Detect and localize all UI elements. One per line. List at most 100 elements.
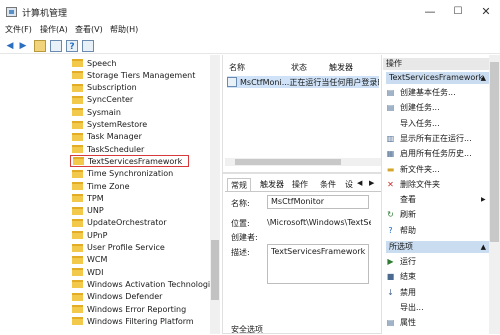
tree-item-label: UpdateOrchestrator <box>87 218 167 228</box>
tree-item[interactable]: Speech <box>72 57 116 69</box>
tab-scroll-right-icon[interactable]: ▶ <box>369 179 374 187</box>
tree-item-label: Storage Tiers Management <box>87 70 196 80</box>
action-item[interactable]: ? 帮助 <box>386 224 416 237</box>
tree-item[interactable]: Windows Activation Technologies <box>72 278 219 290</box>
tree-item[interactable]: TextServicesFramework <box>70 155 190 168</box>
tree-item[interactable]: Sysmain <box>72 106 121 118</box>
tree-item[interactable]: Storage Tiers Management <box>72 69 195 81</box>
menu-view[interactable]: 查看(V) <box>75 24 103 36</box>
author-label: 创建者: <box>231 233 258 242</box>
tree-item-label: Task Manager <box>87 132 142 142</box>
properties-icon: ▤ <box>386 318 395 328</box>
tree-item[interactable]: UpdateOrchestrator <box>72 217 167 229</box>
task-row[interactable]: MsCtfMoni... 正在运行 当任何用户登录时 <box>227 76 379 88</box>
tree-item[interactable]: UPnP <box>72 229 107 241</box>
tab-settings[interactable]: 设置 <box>345 178 355 191</box>
tab-triggers[interactable]: 触发器 <box>257 178 287 191</box>
tree-scrollbar-thumb[interactable] <box>211 240 219 300</box>
list-scrollbar-thumb[interactable] <box>235 159 341 165</box>
menu-file[interactable]: 文件(F) <box>5 24 32 36</box>
tree-item[interactable]: TaskScheduler <box>72 143 144 155</box>
tree-item[interactable]: SystemRestore <box>72 119 147 131</box>
action-label: 运行 <box>400 257 416 266</box>
tree-item-label: Time Synchronization <box>87 169 174 179</box>
create-task-icon: ▤ <box>386 103 395 113</box>
tree-item[interactable]: UNP <box>72 205 104 217</box>
tab-conditions[interactable]: 条件 <box>317 178 339 191</box>
tree-item[interactable]: WCM <box>72 254 107 266</box>
action-item[interactable]: ▥ 显示所有正在运行... <box>386 132 472 145</box>
action-item[interactable]: 查看 ▶ <box>386 193 486 206</box>
tree-item[interactable]: Time Synchronization <box>72 168 173 180</box>
menu-help[interactable]: 帮助(H) <box>110 24 138 36</box>
column-header-name[interactable]: 名称 <box>229 62 245 73</box>
action-item[interactable]: ▤ 属性 <box>386 316 416 329</box>
action-item[interactable]: ✕ 删除文件夹 <box>386 178 440 191</box>
action-label: 启用所有任务历史... <box>400 149 472 159</box>
location-value: \Microsoft\Windows\TextServicesFramework <box>267 218 371 227</box>
action-item[interactable]: ▬ 新文件夹... <box>386 163 440 176</box>
action-label: 结束 <box>400 272 416 282</box>
toolbar: ◀ ▶ ? <box>0 38 500 54</box>
action-label: 禁用 <box>400 287 416 297</box>
back-icon[interactable]: ◀ <box>4 40 16 52</box>
maximize-button[interactable]: ☐ <box>450 4 466 20</box>
action-item[interactable]: ▤ 创建任务... <box>386 101 440 114</box>
collapse-selected-icon[interactable]: ▲ <box>481 241 486 253</box>
tab-actions[interactable]: 操作 <box>289 178 311 191</box>
action-label: 帮助 <box>400 225 416 235</box>
action-item[interactable]: ▶ 运行 <box>386 255 416 268</box>
action-item[interactable]: ■ 结束 <box>386 270 416 283</box>
window-title: 计算机管理 <box>22 9 68 19</box>
tree-item-label: User Profile Service <box>87 243 165 252</box>
view-icon <box>386 195 395 204</box>
collapse-icon[interactable]: ▲ <box>481 72 486 84</box>
action-item[interactable]: ↓ 禁用 <box>386 286 416 299</box>
help-toolbar-icon[interactable]: ? <box>66 40 78 52</box>
tree-item-label: UPnP <box>87 230 108 240</box>
name-field[interactable]: MsCtfMonitor <box>267 195 369 209</box>
tree-item[interactable]: Windows Filtering Platform <box>72 315 194 327</box>
tree-item-label: TextServicesFramework <box>88 156 183 166</box>
action-item[interactable]: 导入任务... <box>386 117 440 130</box>
tree-item[interactable]: Time Zone <box>72 180 130 192</box>
tree-item-label: WCM <box>87 255 108 265</box>
tree-item[interactable]: Windows Defender <box>72 291 162 303</box>
list-horizontal-scrollbar[interactable] <box>225 158 381 166</box>
tree-item-label: Windows Filtering Platform <box>87 316 194 326</box>
action-item[interactable]: 导出... <box>386 301 424 314</box>
folder-icon <box>72 194 83 203</box>
tab-general[interactable]: 常规 <box>227 178 251 191</box>
tree-item[interactable]: User Profile Service <box>72 242 165 254</box>
show-tree-icon[interactable] <box>50 40 62 52</box>
tree-item[interactable]: TPM <box>72 192 104 204</box>
tree-item[interactable]: Windows Error Reporting <box>72 303 186 315</box>
column-header-trigger[interactable]: 触发器 <box>329 62 353 73</box>
action-item[interactable]: ▦ 启用所有任务历史... <box>386 147 472 160</box>
minimize-button[interactable]: — <box>422 4 438 20</box>
menu-action[interactable]: 操作(A) <box>40 24 68 36</box>
action-label: 导出... <box>400 302 424 312</box>
tree-item[interactable]: SyncCenter <box>72 94 133 106</box>
actions-scrollbar-thumb[interactable] <box>490 62 499 242</box>
tree-item[interactable]: WDI <box>72 266 103 278</box>
forward-icon[interactable]: ▶ <box>17 40 29 52</box>
column-header-status[interactable]: 状态 <box>291 62 307 73</box>
close-button[interactable]: ✕ <box>478 4 494 20</box>
action-item[interactable]: ↻ 刷新 <box>386 208 416 221</box>
actions-header: 操作 <box>383 58 489 70</box>
folder-icon <box>73 157 84 166</box>
actions-section-selected[interactable]: 所选项 ▲ <box>386 241 489 253</box>
tree-item[interactable]: Task Manager <box>72 131 142 143</box>
refresh-icon: ↻ <box>387 210 394 220</box>
tree-item[interactable]: Subscription <box>72 82 137 94</box>
action-item[interactable]: ▤ 创建基本任务... <box>386 86 456 99</box>
folder-icon <box>72 231 83 240</box>
action-label: 新文件夹... <box>400 164 440 174</box>
properties-toolbar-icon[interactable] <box>82 40 94 52</box>
description-field[interactable]: TextServicesFramework m <box>267 244 369 284</box>
actions-section-folder[interactable]: TextServicesFramework ▲ <box>386 72 489 84</box>
up-folder-icon[interactable] <box>34 40 46 52</box>
navigation-tree: Speech Storage Tiers Management Subscripti… <box>0 55 220 334</box>
tab-scroll-left-icon[interactable]: ◀ <box>357 179 362 187</box>
